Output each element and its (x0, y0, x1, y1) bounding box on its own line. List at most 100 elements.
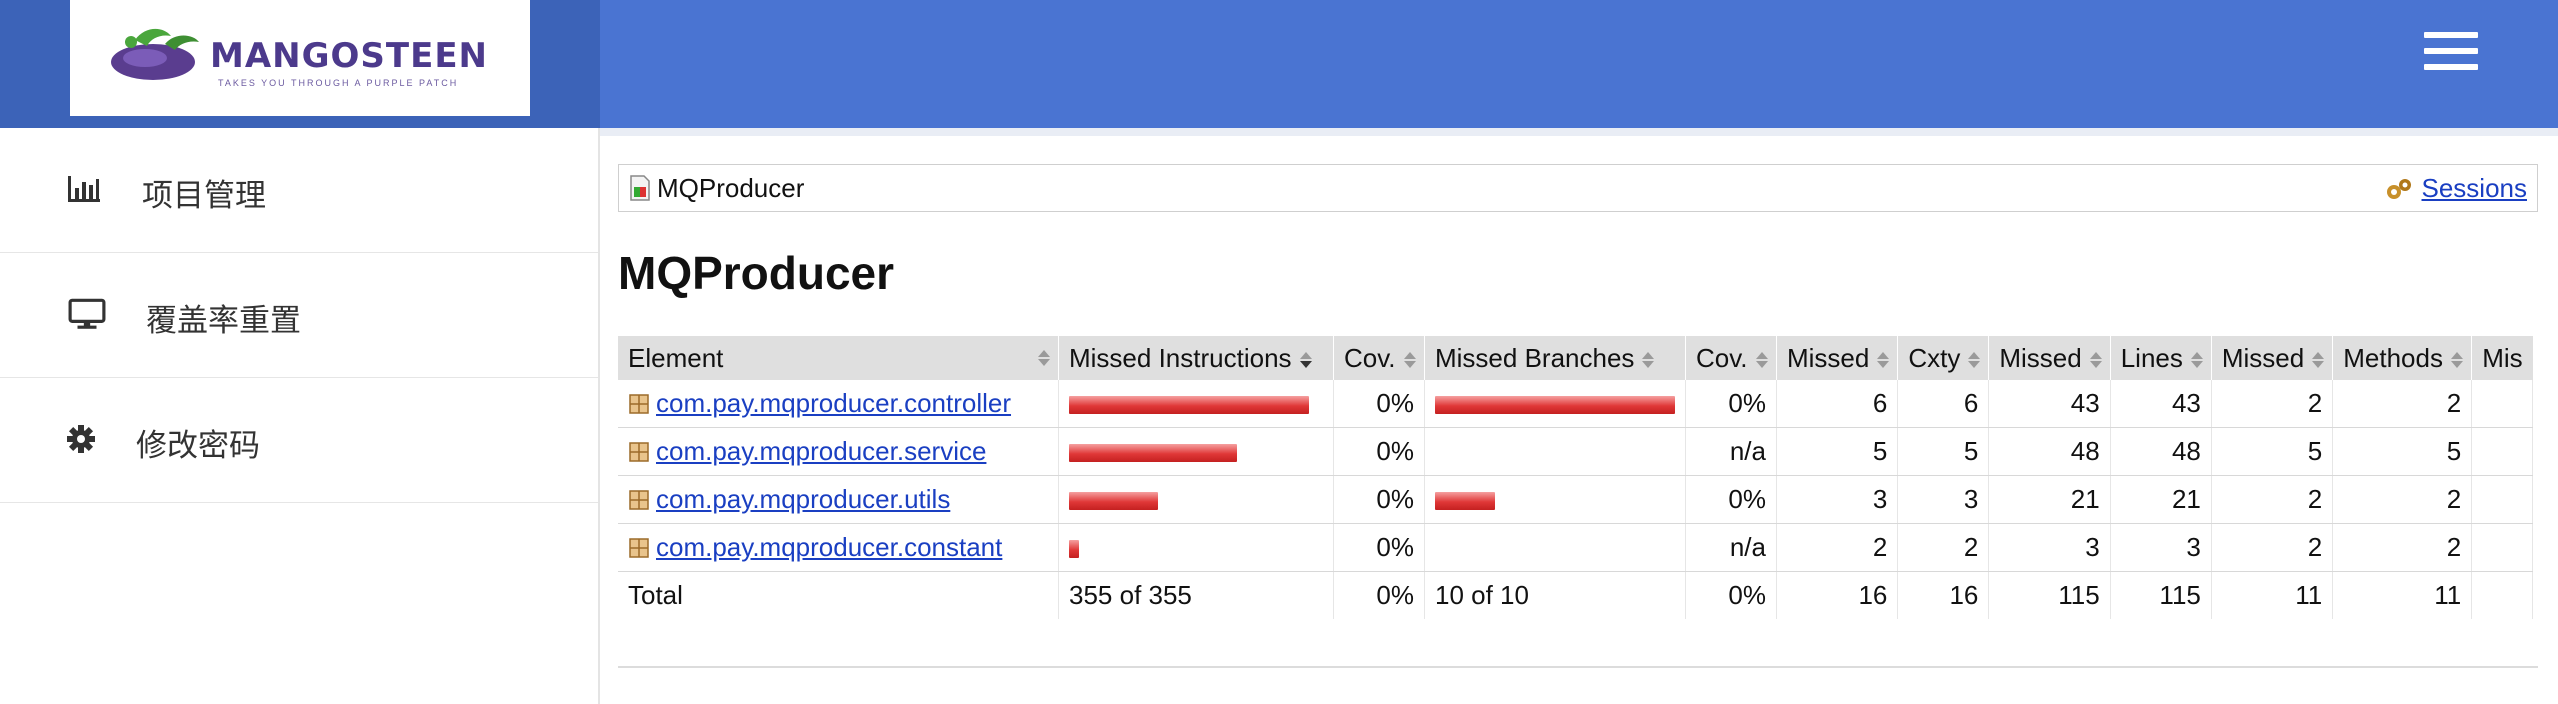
col-missed-instructions[interactable]: Missed Instructions (1058, 336, 1334, 380)
breadcrumb-current: MQProducer (629, 173, 804, 204)
instr-cov-cell: 0% (1333, 475, 1425, 524)
hamburger-icon[interactable] (2424, 32, 2478, 78)
lines-cell: 21 (2110, 475, 2212, 524)
classes-missed-cell (2471, 380, 2534, 428)
coverage-table: Element Missed Instructions Cov. Missed … (618, 336, 2534, 619)
sidebar-item-coverage-reset[interactable]: 覆盖率重置 (0, 253, 598, 378)
missed-branches-cell (1424, 427, 1686, 476)
methods-cell: 5 (2332, 427, 2473, 476)
total-lines-missed: 115 (1988, 571, 2111, 619)
sidebar: 项目管理 覆盖率重置 修改密码 (0, 128, 600, 704)
col-methods-missed[interactable]: Missed (2211, 336, 2334, 380)
lines-missed-cell: 3 (1988, 523, 2111, 572)
missed-instructions-bar (1069, 540, 1079, 559)
report-file-icon (630, 175, 650, 201)
branch-cov-cell: n/a (1685, 523, 1777, 572)
col-classes-missed[interactable]: Mis (2471, 336, 2533, 380)
logo[interactable]: MANGOSTEEN TAKES YOU THROUGH A PURPLE PA… (70, 0, 530, 116)
top-header: MANGOSTEEN TAKES YOU THROUGH A PURPLE PA… (0, 0, 2558, 128)
lines-missed-cell: 48 (1988, 427, 2111, 476)
col-branch-cov[interactable]: Cov. (1685, 336, 1777, 380)
sessions-icon (2387, 179, 2412, 199)
total-label: Total (618, 571, 1059, 619)
branch-cov-cell: 0% (1685, 475, 1777, 524)
cxty-missed-cell: 3 (1776, 475, 1899, 524)
col-missed-branches[interactable]: Missed Branches (1424, 336, 1686, 380)
missed-branches-cell (1424, 523, 1686, 572)
total-branch-cov: 0% (1685, 571, 1777, 619)
missed-branches-cell (1424, 475, 1686, 524)
cxty-missed-cell: 5 (1776, 427, 1899, 476)
total-methods-missed: 11 (2211, 571, 2334, 619)
total-lines: 115 (2110, 571, 2212, 619)
table-header-row: Element Missed Instructions Cov. Missed … (618, 336, 2533, 380)
lines-cell: 48 (2110, 427, 2212, 476)
sidebar-item-label: 覆盖率重置 (146, 303, 301, 338)
table-row: com.pay.mqproducer.controller 0% 0% 6 6 … (618, 380, 2534, 428)
breadcrumb: MQProducer Sessions (618, 164, 2538, 212)
package-icon (629, 442, 649, 462)
missed-instructions-cell (1058, 523, 1334, 572)
col-instr-cov[interactable]: Cov. (1333, 336, 1425, 380)
instr-cov-cell: 0% (1333, 523, 1425, 572)
col-cxty-missed[interactable]: Missed (1776, 336, 1899, 380)
package-link[interactable]: com.pay.mqproducer.constant (656, 532, 1002, 562)
page-title: MQProducer (618, 247, 895, 299)
instr-cov-cell: 0% (1333, 380, 1425, 428)
package-icon (629, 394, 649, 414)
missed-instructions-cell (1058, 380, 1334, 428)
sessions-link[interactable]: Sessions (2422, 173, 2528, 203)
package-link[interactable]: com.pay.mqproducer.utils (656, 484, 950, 514)
logo-title: MANGOSTEEN (210, 36, 488, 76)
col-element[interactable]: Element (618, 336, 1059, 380)
cxty-cell: 2 (1897, 523, 1990, 572)
methods-missed-cell: 2 (2211, 475, 2334, 524)
cxty-cell: 5 (1897, 427, 1990, 476)
col-lines[interactable]: Lines (2110, 336, 2212, 380)
cxty-missed-cell: 6 (1776, 380, 1899, 428)
missed-branches-bar (1435, 492, 1495, 511)
branch-cov-cell: 0% (1685, 380, 1777, 428)
package-icon (629, 538, 649, 558)
total-cxty: 16 (1897, 571, 1990, 619)
missed-instructions-bar (1069, 444, 1237, 463)
classes-missed-cell (2471, 475, 2534, 524)
missed-branches-bar (1435, 396, 1675, 415)
divider (618, 666, 2538, 668)
breadcrumb-current-label: MQProducer (657, 173, 805, 203)
element-cell: com.pay.mqproducer.utils (618, 475, 1059, 524)
main-content: MQProducer Sessions MQProducer Element M… (600, 128, 2558, 704)
total-cxty-missed: 16 (1776, 571, 1899, 619)
missed-instructions-cell (1058, 475, 1334, 524)
methods-missed-cell: 2 (2211, 380, 2334, 428)
sidebar-item-change-password[interactable]: 修改密码 (0, 378, 598, 503)
cxty-cell: 6 (1897, 380, 1990, 428)
mangosteen-logo-icon (111, 28, 199, 80)
col-lines-missed[interactable]: Missed (1988, 336, 2111, 380)
sidebar-item-label: 项目管理 (142, 178, 266, 213)
package-link[interactable]: com.pay.mqproducer.service (656, 436, 986, 466)
col-methods[interactable]: Methods (2332, 336, 2473, 380)
lines-cell: 43 (2110, 380, 2212, 428)
lines-missed-cell: 43 (1988, 380, 2111, 428)
package-icon (629, 490, 649, 510)
header-logo-area: MANGOSTEEN TAKES YOU THROUGH A PURPLE PA… (0, 0, 600, 128)
element-cell: com.pay.mqproducer.service (618, 427, 1059, 476)
cxty-cell: 3 (1897, 475, 1990, 524)
lines-missed-cell: 21 (1988, 475, 2111, 524)
missed-instructions-bar (1069, 396, 1309, 415)
table-total-row: Total 355 of 355 0% 10 of 10 0% 16 16 11… (618, 571, 2534, 619)
package-link[interactable]: com.pay.mqproducer.controller (656, 388, 1011, 418)
table-row: com.pay.mqproducer.utils 0% 0% 3 3 21 21… (618, 475, 2534, 524)
total-instructions: 355 of 355 (1058, 571, 1334, 619)
sidebar-item-project-management[interactable]: 项目管理 (0, 128, 598, 253)
methods-cell: 2 (2332, 380, 2473, 428)
total-branches: 10 of 10 (1424, 571, 1686, 619)
instr-cov-cell: 0% (1333, 427, 1425, 476)
missed-branches-cell (1424, 380, 1686, 428)
col-cxty[interactable]: Cxty (1897, 336, 1990, 380)
missed-instructions-bar (1069, 492, 1158, 511)
sidebar-item-label: 修改密码 (136, 428, 260, 463)
total-instr-cov: 0% (1333, 571, 1425, 619)
total-methods: 11 (2332, 571, 2473, 619)
